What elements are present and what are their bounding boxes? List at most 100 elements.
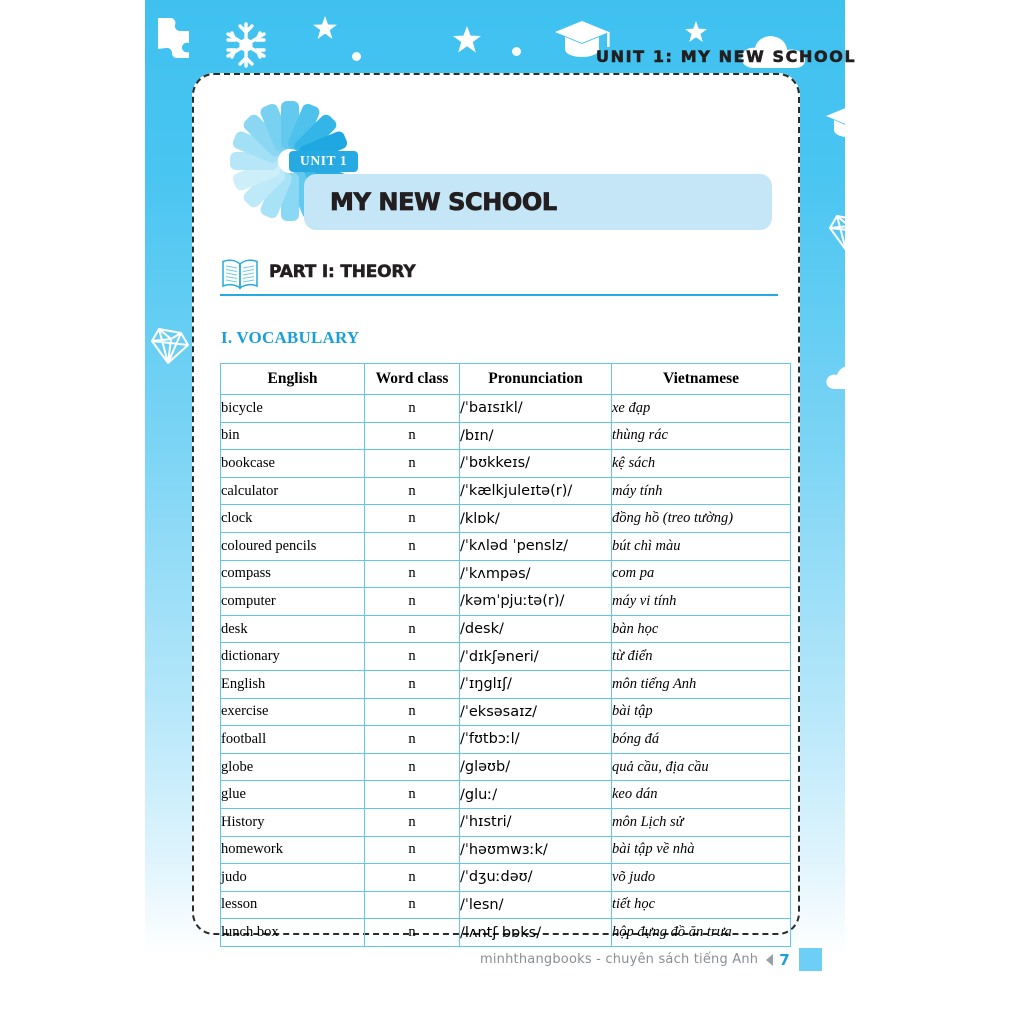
cell-word-class: n bbox=[364, 421, 460, 451]
cell-pronunciation: /ˈbaɪsɪkl/ bbox=[459, 394, 612, 423]
unit-title: MY NEW SCHOOL bbox=[330, 188, 558, 217]
part-divider bbox=[220, 294, 778, 296]
open-book-icon bbox=[222, 259, 258, 290]
cell-word-class: n bbox=[364, 725, 460, 754]
cell-pronunciation: /ˈlesn/ bbox=[459, 890, 612, 920]
table-row: football n/ˈfʊtbɔːl/bóng đá bbox=[220, 725, 791, 754]
table-header-row: English Word class Pronunciation Vietnam… bbox=[220, 363, 791, 395]
cell-english: football bbox=[220, 725, 365, 754]
cell-vietnamese: bóng đá bbox=[611, 725, 791, 754]
cell-word-class: n bbox=[364, 697, 460, 727]
cell-pronunciation: /desk/ bbox=[459, 614, 612, 644]
table-row: History n/ˈhɪstri/môn Lịch sử bbox=[220, 807, 791, 837]
cell-english: clock bbox=[220, 504, 365, 533]
cell-english: judo bbox=[220, 863, 365, 892]
table-row: coloured pencils n/ˈkʌləd ˈpenslz/bút chì… bbox=[220, 531, 791, 561]
banner-unit-heading: UNIT 1: MY NEW SCHOOL bbox=[596, 47, 857, 67]
cell-vietnamese: võ judo bbox=[611, 863, 791, 892]
cell-vietnamese: thùng rác bbox=[611, 421, 791, 451]
cell-word-class: n bbox=[364, 531, 460, 561]
cell-vietnamese: bài tập bbox=[611, 697, 791, 727]
cell-pronunciation: /gləʊb/ bbox=[459, 752, 612, 782]
cell-pronunciation: /ˈdʒuːdəʊ/ bbox=[459, 863, 612, 892]
table-row: homework n/ˈhəʊmwɜːk/bài tập về nhà bbox=[220, 835, 791, 865]
unit-badge: UNIT 1 bbox=[289, 151, 359, 172]
section-heading: I. VOCABULARY bbox=[221, 328, 360, 347]
cell-word-class: n bbox=[364, 863, 460, 892]
dot-icon bbox=[512, 47, 521, 56]
cell-vietnamese: bài tập về nhà bbox=[611, 835, 791, 865]
table-row: dictionary n/ˈdɪkʃəneri/từ điển bbox=[220, 642, 791, 671]
cell-vietnamese: hộp đựng đồ ăn trưa bbox=[611, 918, 791, 947]
cell-word-class: n bbox=[364, 918, 460, 947]
cell-word-class: n bbox=[364, 394, 460, 423]
cell-pronunciation: /gluː/ bbox=[459, 780, 612, 809]
column-header-vietnamese: Vietnamese bbox=[611, 363, 791, 395]
table-row: calculator n/ˈkælkjuleɪtə(r)/máy tính bbox=[220, 476, 791, 506]
cell-word-class: n bbox=[364, 559, 460, 589]
cell-pronunciation: /ˈeksəsaɪz/ bbox=[459, 697, 612, 727]
cell-english: homework bbox=[220, 835, 365, 865]
cell-vietnamese: xe đạp bbox=[611, 394, 791, 423]
cell-english: History bbox=[220, 807, 365, 837]
cell-word-class: n bbox=[364, 752, 460, 782]
cell-english: dictionary bbox=[220, 642, 365, 671]
column-header-word-class: Word class bbox=[364, 363, 460, 395]
cell-word-class: n bbox=[364, 642, 460, 671]
cell-word-class: n bbox=[364, 449, 460, 478]
unit-title-bar: MY NEW SCHOOL bbox=[304, 174, 772, 230]
cell-pronunciation: /ˈkælkjuleɪtə(r)/ bbox=[459, 476, 612, 506]
cell-vietnamese: máy tính bbox=[611, 476, 791, 506]
cell-pronunciation: /kəmˈpjuːtə(r)/ bbox=[459, 587, 612, 616]
table-row: clock n/klɒk/đồng hồ (treo tường) bbox=[220, 504, 791, 533]
footer: minhthangbooks - chuyên sách tiếng Anh 7 bbox=[480, 948, 822, 971]
cell-vietnamese: máy vi tính bbox=[611, 587, 791, 616]
cell-english: coloured pencils bbox=[220, 531, 365, 561]
cell-word-class: n bbox=[364, 476, 460, 506]
cell-pronunciation: /ˈkʌmpəs/ bbox=[459, 559, 612, 589]
cell-vietnamese: keo dán bbox=[611, 780, 791, 809]
table-row: computer n/kəmˈpjuːtə(r)/máy vi tính bbox=[220, 587, 791, 616]
cell-vietnamese: bàn học bbox=[611, 614, 791, 644]
cell-word-class: n bbox=[364, 807, 460, 837]
cell-pronunciation: /ˈdɪkʃəneri/ bbox=[459, 642, 612, 671]
cell-english: computer bbox=[220, 587, 365, 616]
vocabulary-table-body: bicycle n/ˈbaɪsɪkl/xe đạp bin n/bɪn/thùng r… bbox=[220, 394, 791, 947]
table-row: desk n/desk/bàn học bbox=[220, 614, 791, 644]
worksheet-card: MY NEW SCHOOL UNIT 1 PART I: THEORY I. V… bbox=[192, 73, 800, 947]
footer-accent-square bbox=[798, 948, 822, 971]
cell-english: compass bbox=[220, 559, 365, 589]
cell-english: bicycle bbox=[220, 394, 365, 423]
table-row: lesson n/ˈlesn/tiết học bbox=[220, 890, 791, 920]
cell-vietnamese: bút chì màu bbox=[611, 531, 791, 561]
dot-icon bbox=[173, 48, 182, 57]
page-root: UNIT 1: MY NEW SCHOOL MY NEW SCHOOL UNIT… bbox=[0, 0, 1017, 1017]
cell-english: globe bbox=[220, 752, 365, 782]
cell-vietnamese: đồng hồ (treo tường) bbox=[611, 504, 791, 533]
cell-word-class: n bbox=[364, 835, 460, 865]
cell-english: exercise bbox=[220, 697, 365, 727]
table-row: compass n/ˈkʌmpəs/com pa bbox=[220, 559, 791, 589]
cell-pronunciation: /ˈbʊkkeɪs/ bbox=[459, 449, 612, 478]
cell-vietnamese: quả cầu, địa cầu bbox=[611, 752, 791, 782]
cell-vietnamese: tiết học bbox=[611, 890, 791, 920]
cell-english: lunch box bbox=[220, 918, 365, 947]
cell-english: English bbox=[220, 669, 365, 699]
column-header-pronunciation: Pronunciation bbox=[459, 363, 612, 395]
cell-word-class: n bbox=[364, 669, 460, 699]
cell-word-class: n bbox=[364, 780, 460, 809]
cell-vietnamese: môn Lịch sử bbox=[611, 807, 791, 837]
cell-pronunciation: /ˈhəʊmwɜːk/ bbox=[459, 835, 612, 865]
cell-word-class: n bbox=[364, 587, 460, 616]
cell-vietnamese: từ điển bbox=[611, 642, 791, 671]
cell-word-class: n bbox=[364, 504, 460, 533]
cell-vietnamese: môn tiếng Anh bbox=[611, 669, 791, 699]
vocabulary-table: English Word class Pronunciation Vietnam… bbox=[220, 363, 791, 947]
cell-english: lesson bbox=[220, 890, 365, 920]
table-row: exercise n/ˈeksəsaɪz/bài tập bbox=[220, 697, 791, 727]
cell-english: desk bbox=[220, 614, 365, 644]
cell-pronunciation: /klɒk/ bbox=[459, 504, 612, 533]
left-triangle-icon bbox=[766, 953, 774, 966]
table-row: bin n/bɪn/thùng rác bbox=[220, 421, 791, 451]
cell-english: bookcase bbox=[220, 449, 365, 478]
